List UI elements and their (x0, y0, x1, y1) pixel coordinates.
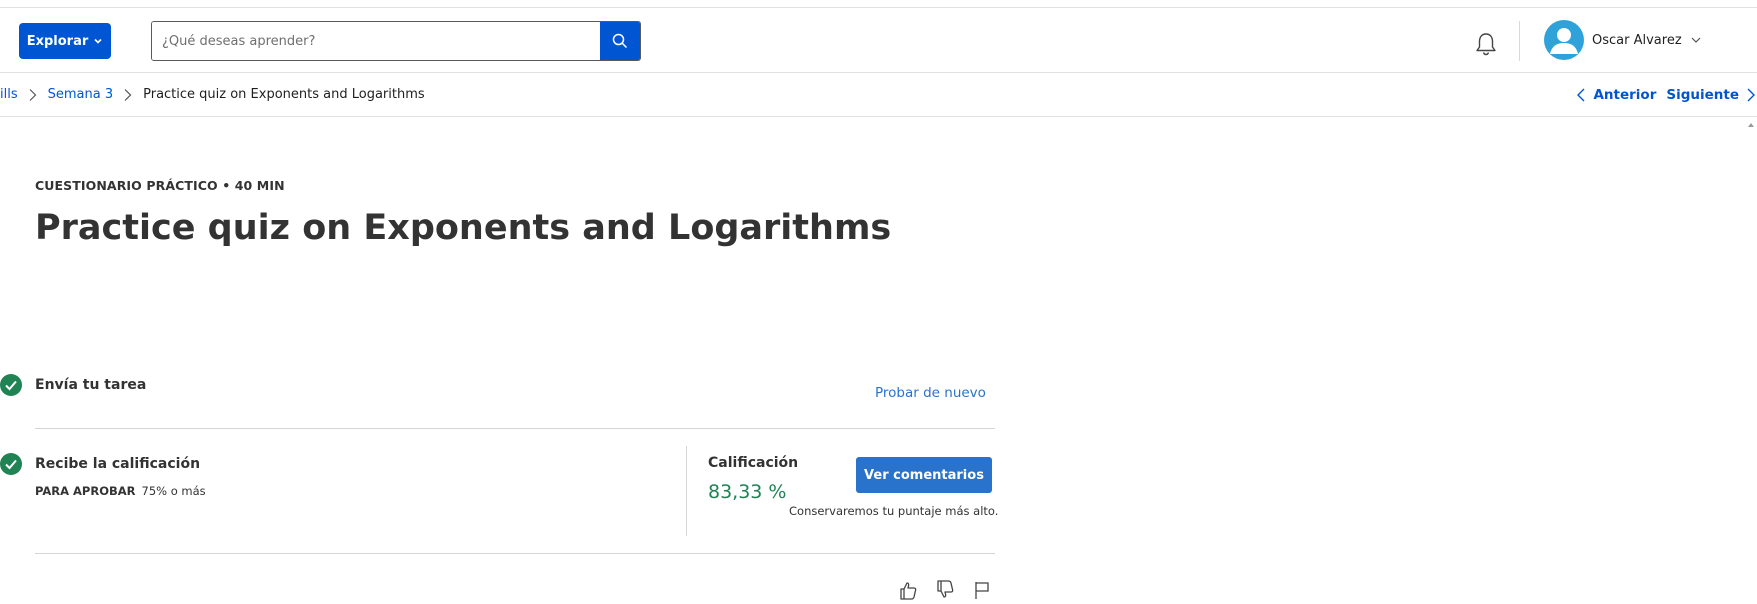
thumbs-down-icon[interactable] (935, 580, 955, 600)
user-name: Oscar Alvarez (1592, 32, 1682, 48)
top-border (0, 0, 1757, 8)
pass-value: 75% o más (141, 484, 206, 498)
chevron-right-icon (124, 88, 132, 101)
explore-button[interactable]: Explorar (19, 23, 111, 59)
flag-icon[interactable] (972, 580, 992, 600)
view-feedback-button[interactable]: Ver comentarios (856, 457, 992, 493)
grade-label: Calificación (708, 455, 799, 471)
breadcrumb: ills Semana 3 Practice quiz on Exponents… (0, 73, 425, 116)
avatar (1544, 20, 1584, 60)
chevron-down-icon (94, 38, 102, 44)
passing-requirement: PARA APROBAR 75% o más (35, 484, 206, 498)
page-title: Practice quiz on Exponents and Logarithm… (35, 208, 892, 248)
item-navigation: Anterior Siguiente (1575, 73, 1757, 116)
previous-link[interactable]: Anterior (1575, 87, 1656, 103)
breadcrumb-bar: ills Semana 3 Practice quiz on Exponents… (0, 73, 1757, 117)
check-circle-icon (0, 374, 22, 396)
next-link[interactable]: Siguiente (1666, 87, 1757, 103)
previous-label: Anterior (1593, 86, 1657, 103)
explore-label: Explorar (26, 33, 89, 49)
retry-link[interactable]: Probar de nuevo (875, 385, 986, 401)
search-bar (151, 21, 641, 61)
submit-step-title: Envía tu tarea (35, 377, 147, 393)
search-button[interactable] (600, 22, 640, 60)
chevron-left-icon (1577, 88, 1585, 101)
breadcrumb-item-course[interactable]: ills (0, 87, 18, 102)
top-header: Explorar Oscar Alvarez (0, 8, 1757, 73)
search-input[interactable] (152, 22, 600, 60)
chevron-down-icon (1691, 37, 1701, 43)
divider (35, 428, 995, 429)
item-feedback-actions (898, 580, 992, 600)
chevron-right-icon (29, 88, 36, 101)
thumbs-up-icon[interactable] (898, 580, 918, 600)
pass-label: PARA APROBAR (35, 484, 136, 498)
scroll-up-arrow-icon[interactable] (1745, 118, 1757, 132)
check-circle-icon (0, 453, 22, 475)
bell-icon[interactable] (1473, 31, 1499, 57)
breadcrumb-current: Practice quiz on Exponents and Logarithm… (143, 87, 425, 102)
next-label: Siguiente (1666, 86, 1739, 103)
header-divider (1519, 21, 1520, 61)
keep-highest-note: Conservaremos tu puntaje más alto. (789, 504, 999, 518)
divider (35, 553, 995, 554)
user-menu[interactable]: Oscar Alvarez (1544, 20, 1702, 60)
chevron-right-icon (1747, 88, 1755, 101)
item-type-label: CUESTIONARIO PRÁCTICO • 40 MIN (35, 178, 285, 193)
grade-step-title: Recibe la calificación (35, 456, 201, 472)
grade-value: 83,33 % (708, 481, 787, 503)
search-icon (612, 33, 628, 49)
grade-divider (686, 446, 687, 536)
user-icon (1550, 28, 1578, 54)
breadcrumb-item-week[interactable]: Semana 3 (48, 87, 114, 102)
